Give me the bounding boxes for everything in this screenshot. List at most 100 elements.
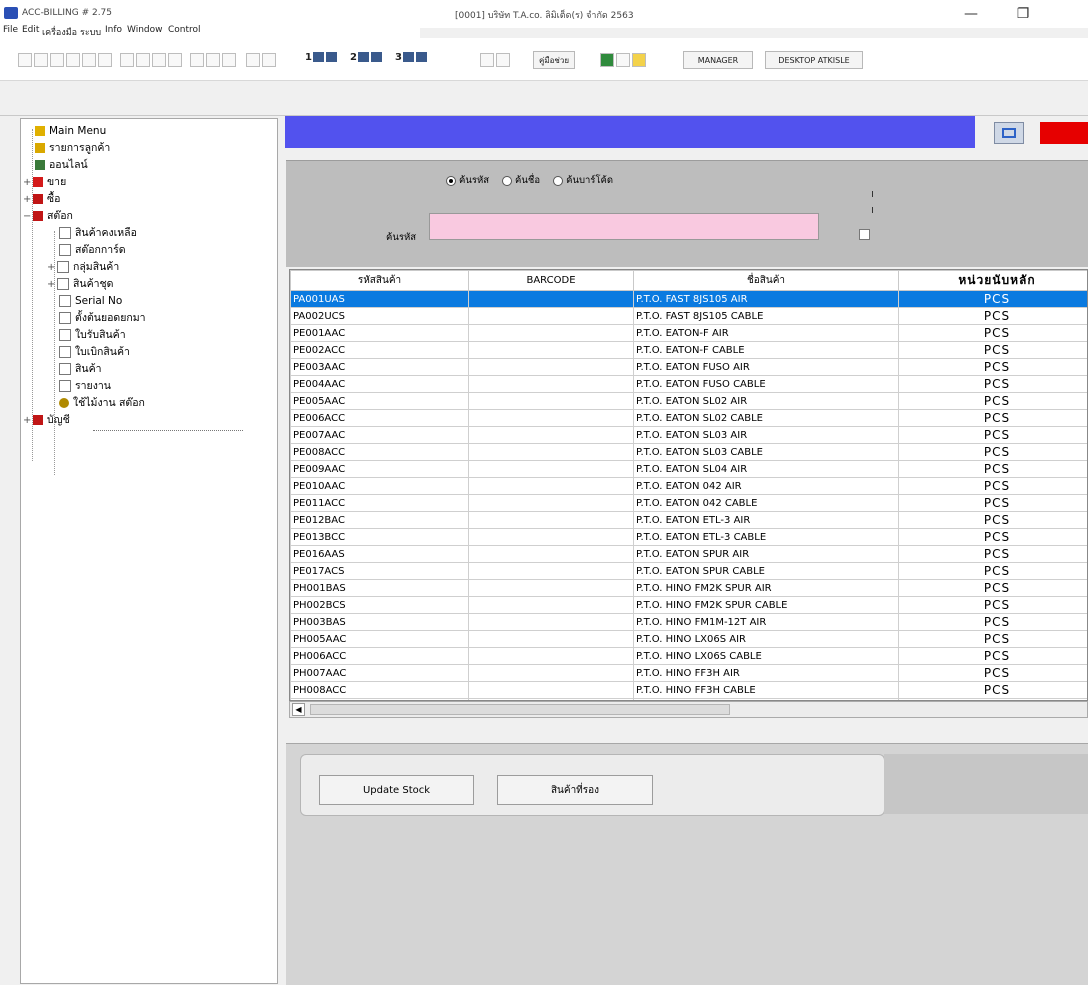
cell-unit[interactable]: PCS [899,512,1088,529]
table-row[interactable]: PH006ACCP.T.O. HINO LX06S CABLEPCS [291,648,1088,665]
zoom-icon[interactable] [222,53,236,67]
cell-code[interactable]: PE006ACC [291,410,469,427]
scroll-left-icon[interactable]: ◀ [292,703,305,716]
sidebar-item-opening-balance[interactable]: ตั้งต้นยอดยกมา [59,310,146,326]
menu-control[interactable]: Control [168,25,201,35]
cell-unit[interactable]: PCS [899,325,1088,342]
cell-barcode[interactable] [469,495,634,512]
sidebar-item-stock-card[interactable]: สต๊อกการ์ด [59,242,126,258]
cell-barcode[interactable] [469,546,634,563]
help-button[interactable]: คู่มือช่วย [533,51,575,69]
menu-info[interactable]: Info [105,25,122,35]
radio-search-code[interactable] [446,176,456,186]
cell-name[interactable]: P.T.O. EATON SL04 AIR [634,461,899,478]
cell-code[interactable]: PE016AAS [291,546,469,563]
table-row[interactable]: PH005AAC P.T.O. HINO LX06S AIRPCS [291,631,1088,648]
cell-barcode[interactable] [469,427,634,444]
cell-code[interactable]: PA001UAS [291,291,469,308]
cell-barcode[interactable] [469,665,634,682]
cell-barcode[interactable] [469,580,634,597]
help-icon[interactable] [632,53,646,67]
filter-icon[interactable] [206,53,220,67]
radio-search-name[interactable] [502,176,512,186]
cell-code[interactable]: PE002ACC [291,342,469,359]
cell-name[interactable]: P.T.O. HINO LX06S CABLE [634,648,899,665]
table-row[interactable]: PE013BCCP.T.O. EATON ETL-3 CABLEPCS [291,529,1088,546]
cell-code[interactable]: PH003BAS [291,614,469,631]
table-row[interactable]: PE001AACP.T.O. EATON-F AIRPCS [291,325,1088,342]
calculator-icon[interactable] [480,53,494,67]
filter-checkbox[interactable] [859,229,870,240]
cell-barcode[interactable] [469,376,634,393]
cell-name[interactable]: P.T.O. EATON SL03 AIR [634,427,899,444]
sidebar-item-product-set[interactable]: +สินค้าชุด [47,276,113,292]
table-row[interactable]: PH001BASP.T.O. HINO FM2K SPUR AIRPCS [291,580,1088,597]
sidebar-item-reports[interactable]: รายงาน [59,378,111,394]
cell-code[interactable]: PH002BCS [291,597,469,614]
cell-barcode[interactable] [469,444,634,461]
first-record-icon[interactable] [120,53,134,67]
table-row[interactable]: PE011ACCP.T.O. EATON 042 CABLEPCS [291,495,1088,512]
table-row[interactable]: PH007AACP.T.O. HINO FF3H AIRPCS [291,665,1088,682]
cell-code[interactable]: PH008ACC [291,682,469,699]
horizontal-scrollbar[interactable]: ◀ [289,701,1088,718]
desktop-button[interactable]: DESKTOP ATKISLE [765,51,863,69]
cell-name[interactable]: P.T.O. EATON ETL-3 AIR [634,512,899,529]
table-row[interactable]: PA001UASP.T.O. FAST 8JS105 AIRPCS [291,291,1088,308]
cell-unit[interactable]: PCS [899,359,1088,376]
sidebar-item-sales[interactable]: +ขาย [23,174,66,190]
cell-barcode[interactable] [469,393,634,410]
cell-code[interactable]: PA002UCS [291,308,469,325]
cell-name[interactable]: P.T.O. HINO LX06S AIR [634,631,899,648]
cell-unit[interactable]: PCS [899,665,1088,682]
prev-record-icon[interactable] [136,53,150,67]
cell-code[interactable]: PE012BAC [291,512,469,529]
table-row[interactable]: PH002BCSP.T.O. HINO FM2K SPUR CABLEPCS [291,597,1088,614]
cell-unit[interactable]: PCS [899,478,1088,495]
sidebar-item-goods-receipt[interactable]: ใบรับสินค้า [59,327,126,343]
new-icon[interactable] [18,53,32,67]
cell-barcode[interactable] [469,529,634,546]
cell-unit[interactable]: PCS [899,563,1088,580]
edit-icon[interactable] [50,53,64,67]
table-row[interactable]: PE005AACP.T.O. EATON SL02 AIRPCS [291,393,1088,410]
cell-name[interactable]: P.T.O. HINO FF3H CABLE [634,682,899,699]
cell-code[interactable]: PE004AAC [291,376,469,393]
cell-name[interactable]: P.T.O. EATON SL02 AIR [634,393,899,410]
cell-code[interactable]: PE017ACS [291,563,469,580]
sidebar-item-accounting[interactable]: +บัญชี [23,412,70,428]
cell-name[interactable]: P.T.O. EATON SL02 CABLE [634,410,899,427]
cell-name[interactable]: P.T.O. FAST 8JS105 CABLE [634,308,899,325]
cell-code[interactable]: PH005AAC [291,631,469,648]
minimize-button[interactable]: — [948,2,994,26]
cell-code[interactable]: PH007AAC [291,665,469,682]
cell-barcode[interactable] [469,308,634,325]
cell-name[interactable]: P.T.O. EATON FUSO CABLE [634,376,899,393]
undo-icon[interactable] [82,53,96,67]
table-row[interactable]: PA002UCSP.T.O. FAST 8JS105 CABLEPCS [291,308,1088,325]
cell-code[interactable]: PE009AAC [291,461,469,478]
cell-unit[interactable]: PCS [899,291,1088,308]
refresh-icon[interactable] [98,53,112,67]
cell-barcode[interactable] [469,631,634,648]
sidebar-item-stock-balance[interactable]: สินค้าคงเหลือ [59,225,137,241]
cell-unit[interactable]: PCS [899,342,1088,359]
cell-code[interactable]: PH006ACC [291,648,469,665]
table-row[interactable]: PE002ACCP.T.O. EATON-F CABLEPCS [291,342,1088,359]
cell-barcode[interactable] [469,512,634,529]
grid-icon[interactable] [246,53,260,67]
table-row[interactable]: PE017ACSP.T.O. EATON SPUR CABLEPCS [291,563,1088,580]
cell-code[interactable]: PE003AAC [291,359,469,376]
sidebar-item-products[interactable]: สินค้า [59,361,102,377]
table-row[interactable]: PH003BASP.T.O. HINO FM1M-12T AIRPCS [291,614,1088,631]
column-header-code[interactable]: รหัสสินค้า [291,271,469,291]
save-icon[interactable] [34,53,48,67]
table-row[interactable]: PE006ACCP.T.O. EATON SL02 CABLEPCS [291,410,1088,427]
menu-edit[interactable]: Edit [22,25,39,35]
cell-unit[interactable]: PCS [899,631,1088,648]
table-row[interactable]: PE003AACP.T.O. EATON FUSO AIRPCS [291,359,1088,376]
table-row[interactable]: PE010AACP.T.O. EATON 042 AIRPCS [291,478,1088,495]
cell-barcode[interactable] [469,648,634,665]
table-row[interactable]: PE004AACP.T.O. EATON FUSO CABLEPCS [291,376,1088,393]
cell-barcode[interactable] [469,410,634,427]
